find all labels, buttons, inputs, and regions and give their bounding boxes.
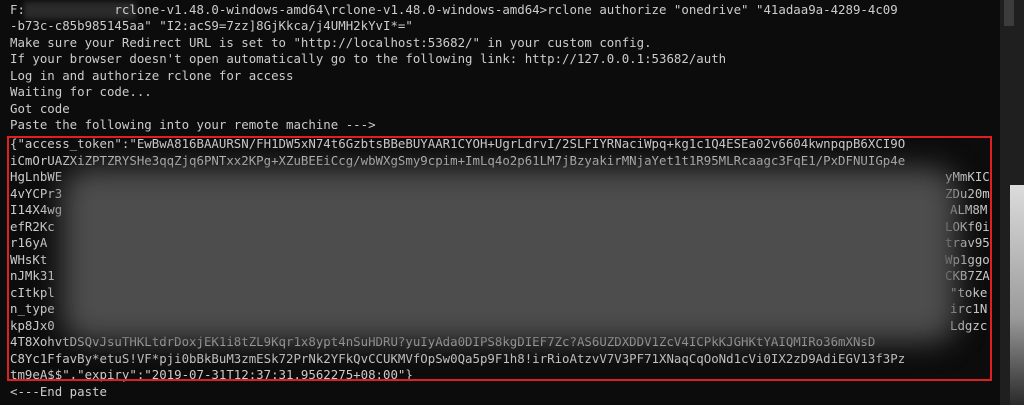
scrollbar-thumb[interactable] xyxy=(1004,0,1014,26)
terminal-line: <---End paste xyxy=(10,384,107,399)
terminal-line: F: rclone-v1.48.0-windows-amd64\rclone-v… xyxy=(10,2,898,17)
terminal-line: Got code xyxy=(10,101,70,116)
terminal-line: -b73c-c85b985145aa" "I2:acS9=7zz]8GjKkca… xyxy=(10,18,413,33)
terminal-window[interactable]: F: rclone-v1.48.0-windows-amd64\rclone-v… xyxy=(0,0,1024,405)
terminal-line: Paste the following into your remote mac… xyxy=(10,117,376,132)
token-highlight-box xyxy=(7,136,992,381)
terminal-line: Waiting for code... xyxy=(10,84,152,99)
terminal-line: Make sure your Redirect URL is set to "h… xyxy=(10,35,652,50)
terminal-line: Log in and authorize rclone for access xyxy=(10,68,294,83)
terminal-line: If your browser doesn't open automatical… xyxy=(10,51,727,66)
background-window-edge xyxy=(1010,185,1024,405)
